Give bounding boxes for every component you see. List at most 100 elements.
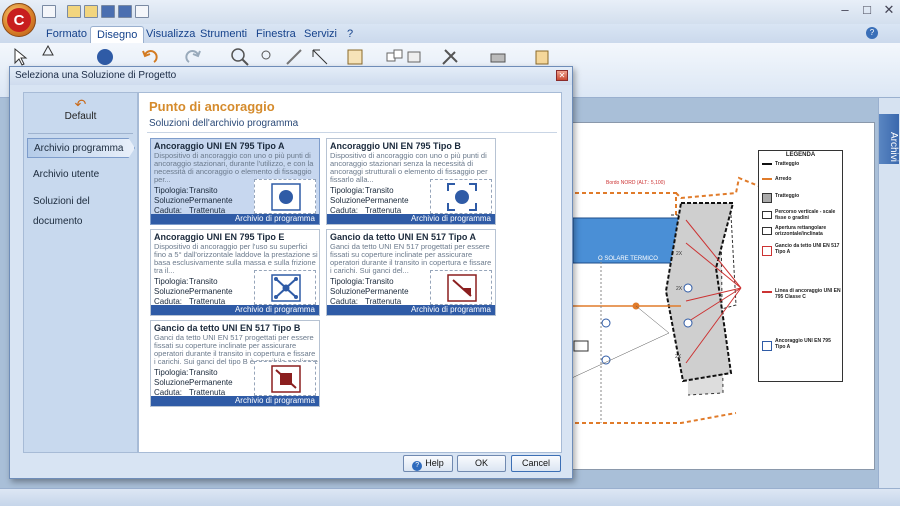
anchor-point-b-icon — [447, 183, 477, 211]
solution-card[interactable]: Gancio da tetto UNI EN 517 Tipo B Ganci … — [150, 320, 320, 407]
solution-card[interactable]: Gancio da tetto UNI EN 517 Tipo A Ganci … — [326, 229, 496, 316]
prop-value: Permanente — [189, 378, 233, 387]
copy-icon[interactable] — [385, 47, 405, 67]
nav-item-soluzioni-documento[interactable]: Soluzioni del documento — [27, 192, 135, 227]
prop-label: Tipologia: — [154, 368, 189, 377]
default-button[interactable]: ↶ Default — [24, 97, 137, 129]
legend-item: Linea di ancoraggio UNI EN 795 Classe C — [775, 288, 841, 300]
card-title: Ancoraggio UNI EN 795 Tipo B — [330, 141, 461, 151]
dialog-title: Seleziona una Soluzione di Progetto — [10, 67, 572, 85]
layer-icon[interactable] — [345, 47, 365, 67]
tab-disegno[interactable]: Disegno — [90, 26, 145, 43]
print-icon[interactable] — [135, 5, 149, 18]
open-folder-icon[interactable] — [67, 5, 81, 18]
redo-icon[interactable] — [183, 47, 203, 67]
export-icon[interactable] — [532, 47, 552, 67]
prop-value: Transito — [189, 186, 218, 195]
tab-strumenti[interactable]: Strumenti — [194, 26, 253, 43]
zoom-window-icon[interactable] — [258, 47, 278, 67]
tab-finestra[interactable]: Finestra — [250, 26, 302, 43]
card-preview — [254, 270, 316, 305]
legend-item: Tratteggio — [775, 161, 800, 167]
card-footer: Archivio di programma — [151, 305, 319, 315]
new-file-icon[interactable] — [42, 5, 56, 18]
prop-label: Tipologia: — [330, 277, 365, 286]
tab-formato[interactable]: Formato — [40, 26, 93, 43]
prop-label: Soluzione: — [330, 287, 368, 296]
measure-icon[interactable] — [284, 47, 304, 67]
legend-item: Gancio da tetto UNI EN 517 Tipo A — [775, 243, 840, 255]
prop-value: Permanente — [365, 196, 409, 205]
heading-divider — [147, 132, 557, 133]
help-button[interactable]: ? Help — [403, 455, 453, 472]
roof-hook-b-icon — [271, 365, 301, 393]
card-preview — [430, 179, 492, 214]
card-title: Gancio da tetto UNI EN 517 Tipo A — [330, 232, 477, 242]
solution-card[interactable]: Ancoraggio UNI EN 795 Tipo B Dispositivo… — [326, 138, 496, 225]
card-preview — [430, 270, 492, 305]
solution-card[interactable]: Ancoraggio UNI EN 795 Tipo A Dispositivo… — [150, 138, 320, 225]
card-footer: Archivio di programma — [151, 214, 319, 224]
select-solution-dialog: Seleziona una Soluzione di Progetto ✕ ↶ … — [9, 66, 573, 479]
ok-button[interactable]: OK — [457, 455, 506, 472]
open-recent-icon[interactable] — [84, 5, 98, 18]
cancel-button[interactable]: Cancel — [511, 455, 561, 472]
app-logo-icon: C — [7, 8, 31, 32]
print-preview-icon[interactable] — [488, 47, 508, 67]
legend-symbol — [762, 291, 772, 297]
archivi-panel-tab[interactable]: Archivi — [879, 114, 899, 164]
prop-value: Transito — [365, 277, 394, 286]
maximize-button[interactable]: □ — [856, 2, 878, 17]
help-icon[interactable]: ? — [866, 27, 878, 39]
select-arrow-icon[interactable] — [12, 47, 32, 67]
close-window-button[interactable]: ✕ — [878, 2, 900, 18]
window-titlebar: – □ ✕ — [0, 0, 900, 24]
legend-symbol — [762, 163, 772, 169]
prop-label: Soluzione: — [154, 196, 192, 205]
help-circle-icon: ? — [412, 461, 423, 471]
ribbon-tab-bar: Formato Disegno Visualizza Strumenti Fin… — [0, 24, 900, 43]
legend-symbol — [762, 227, 772, 235]
tab-servizi[interactable]: Servizi — [298, 26, 343, 43]
zoom-icon[interactable] — [230, 47, 250, 67]
dim-label: 2X — [675, 354, 682, 360]
solution-card[interactable]: Ancoraggio UNI EN 795 Tipo E Dispositivo… — [150, 229, 320, 316]
save-icon[interactable] — [101, 5, 115, 18]
anchor-point-icon — [271, 183, 301, 211]
undo-icon[interactable] — [140, 47, 160, 67]
card-preview — [254, 179, 316, 214]
help-button-label: Help — [425, 458, 444, 468]
card-footer: Archivio di programma — [151, 396, 319, 406]
minimize-button[interactable]: – — [834, 2, 856, 17]
prop-value: Permanente — [189, 196, 233, 205]
nav-divider — [28, 133, 133, 134]
dialog-close-button[interactable]: ✕ — [556, 70, 568, 81]
triangle-icon[interactable] — [42, 44, 62, 65]
uni-icon[interactable] — [95, 47, 115, 67]
legend-symbol — [762, 246, 772, 256]
move-icon[interactable] — [405, 47, 425, 67]
drawing-legend: LEGENDA Tratteggio Arredo Tratteggio Per… — [758, 150, 843, 382]
deadweight-anchor-icon — [271, 274, 301, 302]
content-subheading: Soluzioni dell'archivio programma — [149, 118, 299, 129]
legend-symbol — [762, 178, 772, 184]
roof-hook-a-icon — [447, 274, 477, 302]
tab-visualizza[interactable]: Visualizza — [140, 26, 201, 43]
legend-item: Arredo — [775, 176, 792, 182]
save-all-icon[interactable] — [118, 5, 132, 18]
application-menu-button[interactable]: C — [2, 3, 36, 37]
nav-item-archivio-utente[interactable]: Archivio utente — [27, 165, 135, 185]
legend-item: Ancoraggio UNI EN 795 Tipo A — [775, 338, 831, 350]
card-footer: Archivio di programma — [327, 214, 495, 224]
legend-item: Tratteggio — [775, 193, 800, 199]
legend-symbol — [762, 193, 772, 203]
building-label: O SOLARE TERMICO — [598, 256, 658, 262]
tools-icon[interactable] — [440, 47, 460, 67]
nav-item-archivio-programma[interactable]: Archivio programma — [27, 138, 135, 158]
dialog-footer: ? Help OK Cancel — [138, 453, 562, 475]
snap-icon[interactable] — [310, 47, 330, 67]
dialog-nav-panel: ↶ Default Archivio programma Archivio ut… — [23, 92, 138, 453]
tab-help[interactable]: ? — [341, 26, 359, 43]
prop-label: Tipologia: — [154, 277, 189, 286]
prop-value: Transito — [365, 186, 394, 195]
